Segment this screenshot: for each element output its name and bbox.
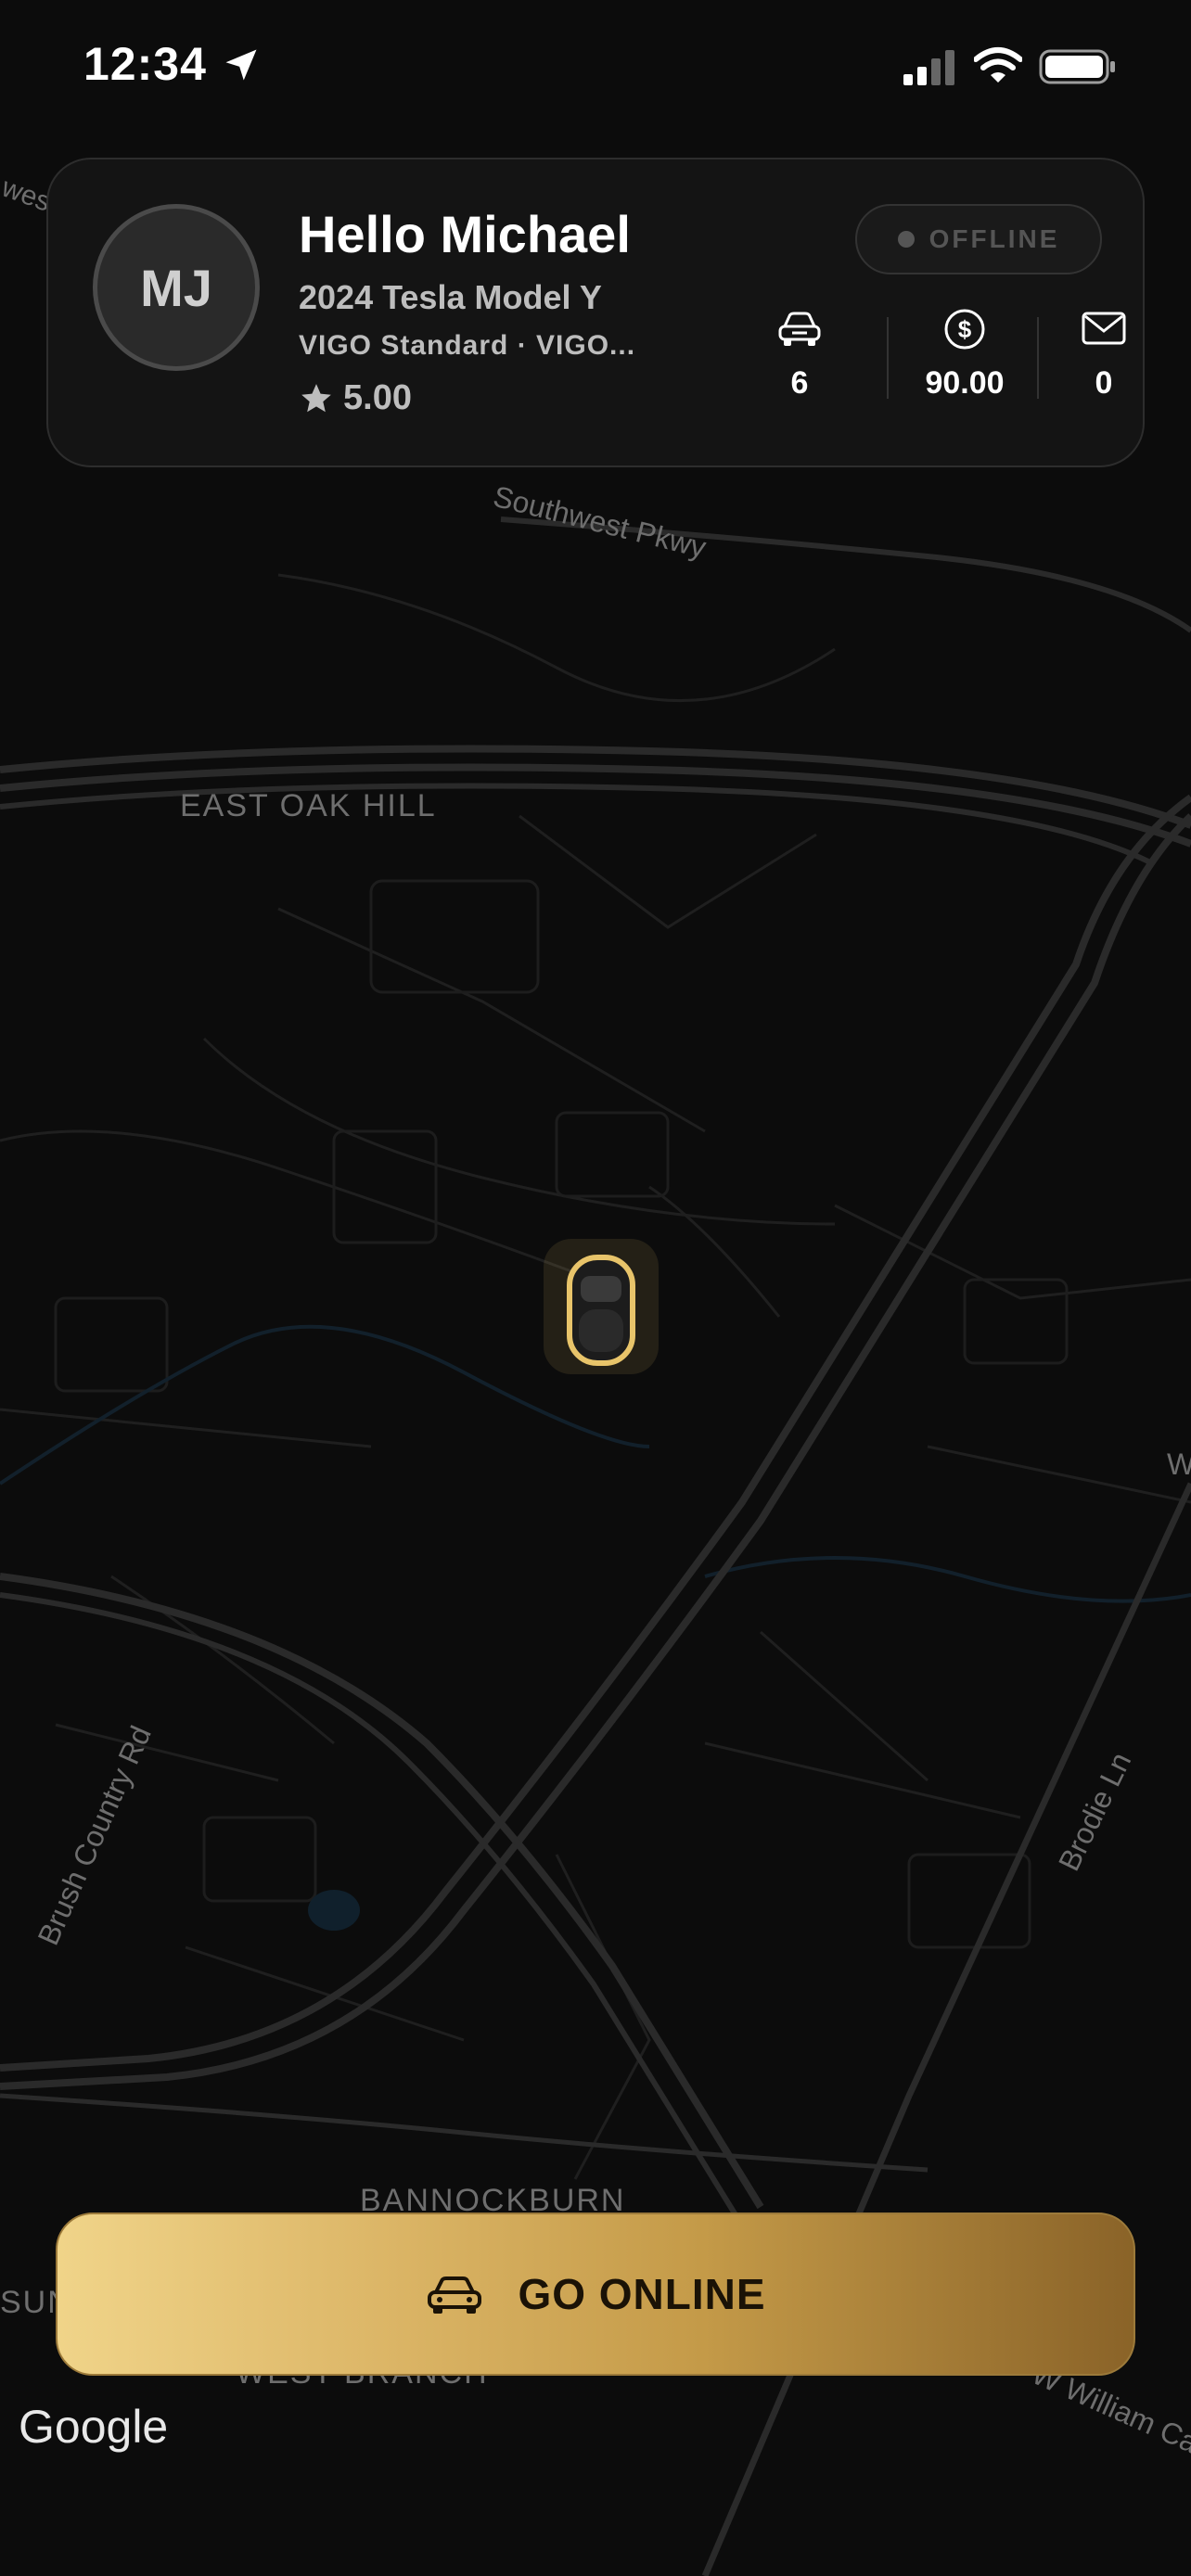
earnings-amount: 90.00	[925, 365, 1005, 401]
signal-icon	[903, 50, 954, 85]
status-dot	[897, 231, 915, 248]
rating-value: 5.00	[343, 378, 412, 417]
greeting-title: Hello Michael	[299, 205, 631, 263]
status-label: OFFLINE	[928, 224, 1060, 253]
service-level: VIGO Standard · VIGO...	[299, 330, 636, 361]
car-icon	[778, 312, 821, 346]
car-icon	[428, 2276, 482, 2314]
go-online-button[interactable]: GO ONLINE	[56, 2213, 1135, 2376]
messages-count: 0	[1095, 365, 1113, 401]
status-time: 12:34	[83, 38, 207, 90]
driver-rating: 5.00	[299, 378, 412, 418]
google-attribution: Google	[19, 2401, 169, 2453]
earnings-stat[interactable]: $ 90.00	[900, 306, 1030, 417]
avatar[interactable]: MJ	[93, 204, 260, 371]
map-label-east-oak-hill: EAST OAK HILL	[180, 788, 437, 823]
mail-icon	[1082, 312, 1126, 345]
location-arrow-icon	[225, 49, 257, 81]
rides-stat[interactable]: 6	[735, 306, 864, 417]
map-label-w: W	[1167, 1447, 1191, 1481]
stat-divider	[887, 317, 889, 399]
status-badge[interactable]: OFFLINE	[855, 204, 1102, 274]
star-icon	[301, 383, 331, 412]
driver-profile-card[interactable]: MJ Hello Michael 2024 Tesla Model Y VIGO…	[46, 158, 1145, 467]
go-online-label: GO ONLINE	[518, 2270, 766, 2318]
vehicle-marker-icon	[544, 1239, 659, 1374]
wifi-icon	[974, 47, 1022, 83]
dollar-icon: $	[944, 309, 985, 350]
status-bar: 12:34	[0, 0, 1191, 130]
stats-row: 6 $ 90.00 0	[735, 306, 1126, 417]
battery-icon	[1039, 49, 1115, 84]
rides-count: 6	[790, 365, 809, 401]
messages-stat[interactable]: 0	[1039, 306, 1169, 417]
svg-text:$: $	[958, 315, 972, 343]
vehicle-name: 2024 Tesla Model Y	[299, 278, 602, 316]
